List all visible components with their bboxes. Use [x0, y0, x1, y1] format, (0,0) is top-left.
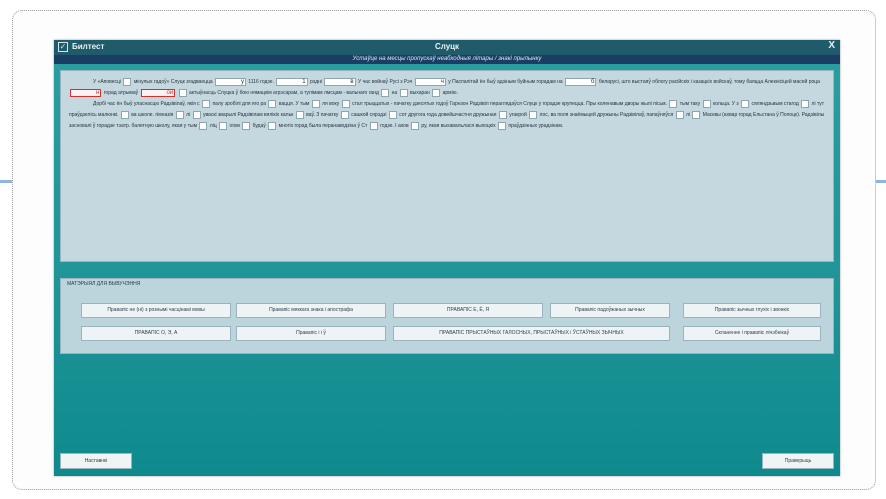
gap-input[interactable]: [340, 110, 349, 119]
gap-input[interactable]: [311, 99, 320, 108]
settings-button[interactable]: Наставнкі: [60, 453, 132, 469]
instruction-text: Устаўце на месцы пропускаў неабходныя лі…: [54, 55, 840, 64]
gap-input[interactable]: [432, 88, 441, 97]
gap-input[interactable]: [498, 110, 507, 119]
rule-button-long-consonants[interactable]: Правапіс падоўжаных зычных: [550, 303, 670, 318]
gap-input[interactable]: [242, 121, 251, 130]
gap-input[interactable]: [120, 110, 129, 119]
gap-input[interactable]: [741, 99, 750, 108]
exercise-paragraph-2: Дорбі час ён быў уласнасцю Радзівілаў, я…: [69, 99, 825, 130]
rule-button-i-u[interactable]: Правапіс і і ў: [236, 326, 386, 341]
title-bar: ✓ Билтест Слуцк X: [54, 40, 840, 55]
materials-title: МАТЭРЫЯЛ ДЛЯ ВЫВУЧЭННЯ: [67, 281, 141, 287]
gap-input[interactable]: [692, 110, 701, 119]
gap-input-error[interactable]: ой: [140, 88, 176, 97]
gap-input[interactable]: [381, 88, 390, 97]
gap-input[interactable]: б: [565, 77, 597, 86]
gap-input[interactable]: [123, 77, 132, 86]
rule-button-prothetic[interactable]: ПРАВАПІС ПРЫСТАЎНЫХ ГАЛОСНЫХ, ПРЫСТАЎНЫХ…: [393, 326, 670, 341]
gap-input[interactable]: [268, 99, 277, 108]
gap-input[interactable]: ч: [414, 77, 446, 86]
gap-input[interactable]: [497, 121, 506, 130]
gap-input[interactable]: [202, 99, 211, 108]
close-icon[interactable]: X: [828, 40, 835, 51]
materials-panel: МАТЭРЫЯЛ ДЛЯ ВЫВУЧЭННЯ Правапіс не (ні) …: [60, 278, 834, 354]
gap-input[interactable]: [529, 110, 538, 119]
gap-input[interactable]: [369, 121, 378, 130]
gap-input[interactable]: [675, 110, 684, 119]
rule-button-o-e-a[interactable]: ПРАВАПІС О, Э, А: [81, 326, 231, 341]
app-window: ✓ Билтест Слуцк X Устаўце на месцы пропу…: [54, 40, 840, 476]
rule-button-ne-ni[interactable]: Правапіс не (ні) з рознымі часцінамі мов…: [81, 303, 231, 318]
gap-input-error[interactable]: н: [70, 88, 102, 97]
exercise-paragraph-1: У «Аповесці мінулых гадоў» Слуцк згадвае…: [69, 77, 825, 99]
exercise-text-panel: У «Аповесці мінулых гадоў» Слуцк згадвае…: [60, 70, 834, 262]
gap-input[interactable]: [702, 99, 711, 108]
gap-input[interactable]: [411, 121, 419, 130]
gap-input[interactable]: у: [215, 77, 247, 86]
gap-input[interactable]: [199, 121, 208, 130]
gap-input[interactable]: [399, 88, 408, 97]
gap-input[interactable]: [669, 99, 678, 108]
gap-input[interactable]: [341, 99, 350, 108]
gap-input[interactable]: [175, 110, 184, 119]
gap-input[interactable]: [801, 99, 810, 108]
rule-button-soft-sign[interactable]: Правапіс мяккага знака і апострафа: [236, 303, 386, 318]
gap-input[interactable]: [178, 88, 187, 97]
rule-button-e-yo-ya[interactable]: ПРАВАПІС Е, Ё, Я: [393, 303, 543, 318]
check-button[interactable]: Праверыць: [762, 453, 834, 469]
gap-input[interactable]: [268, 121, 277, 130]
gap-input[interactable]: [295, 110, 304, 119]
gap-input[interactable]: [219, 121, 228, 130]
gap-input[interactable]: 1: [276, 77, 308, 86]
rule-button-numerals[interactable]: Скланенне і правапіс лічэбнікаў: [683, 326, 821, 341]
rule-button-voiced-consonants[interactable]: Правапіс зычных глухіх і звонкіх: [683, 303, 821, 318]
gap-input[interactable]: в: [324, 77, 356, 86]
window-title: Слуцк: [434, 42, 460, 51]
gap-input[interactable]: [192, 110, 201, 119]
gap-input[interactable]: [388, 110, 397, 119]
